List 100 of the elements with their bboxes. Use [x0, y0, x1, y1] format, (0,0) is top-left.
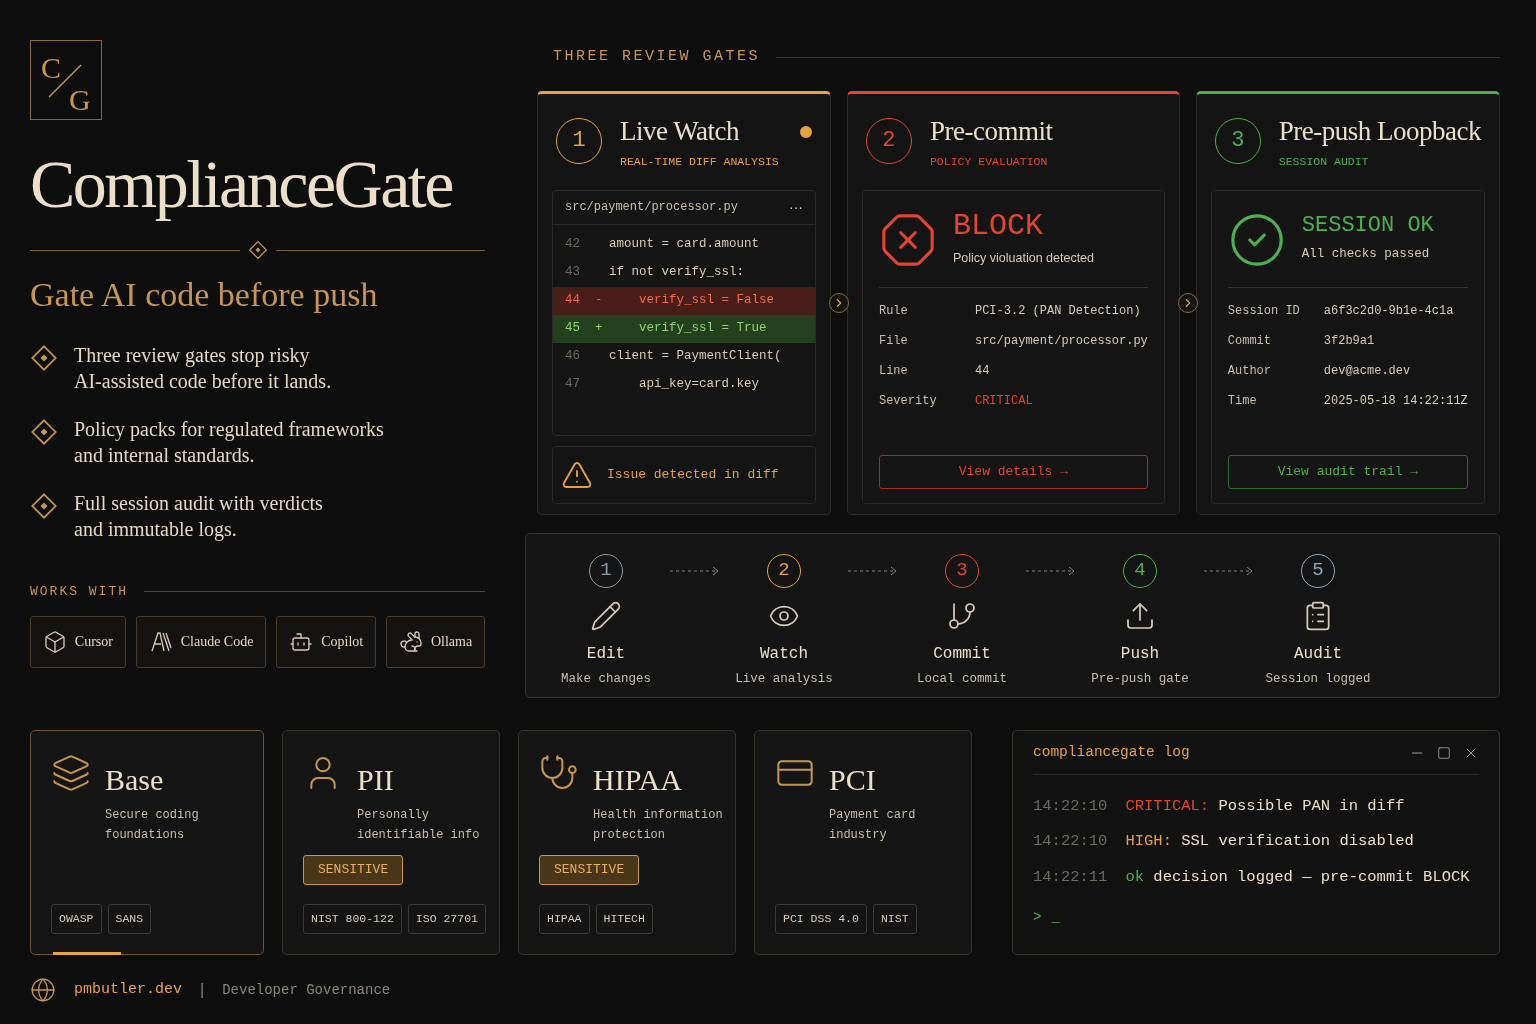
- issue-text: Issue detected in diff: [607, 465, 779, 484]
- policy-title: HIPAA: [593, 765, 683, 795]
- framework-tag: SANS: [107, 904, 152, 934]
- view-details-button[interactable]: View details →: [878, 454, 1148, 489]
- step-subtitle: Session logged: [1265, 670, 1371, 688]
- field-label: Severity: [878, 392, 938, 410]
- step-subtitle: Local commit: [917, 670, 1007, 688]
- footer-label: Developer Governance: [222, 980, 391, 1000]
- selected-underline: [53, 952, 121, 955]
- feature-text: Policy packs for regulated frameworks and internal standards.: [74, 417, 384, 468]
- field-value: dev@acme.dev: [1323, 362, 1411, 380]
- separator: |: [200, 980, 205, 1000]
- field-value: a6f3c2d0-9b1e-4c1a: [1323, 302, 1454, 320]
- gate-subtitle: POLICY EVALUATION: [929, 153, 1049, 170]
- policy-title: PCI: [829, 765, 877, 795]
- slanted-lines-icon: [148, 629, 173, 654]
- field-label: Commit: [1227, 332, 1272, 350]
- verdict-note: Policy violuation detected: [952, 250, 1095, 268]
- more-button[interactable]: ···: [788, 196, 803, 218]
- field-label: File: [878, 332, 909, 350]
- file-path: src/payment/processor.py: [565, 199, 738, 217]
- globe-icon: [30, 977, 56, 1003]
- tagline: Gate AI code before push: [30, 278, 379, 312]
- step-title: Commit: [933, 643, 991, 665]
- tool-name: Ollama: [430, 633, 473, 651]
- log-time: 14:22:10: [1033, 796, 1108, 817]
- step-subtitle: Pre-push gate: [1091, 670, 1189, 688]
- log-time: 14:22:11: [1033, 866, 1108, 888]
- step-title: Push: [1120, 643, 1160, 665]
- field-value: src/payment/processor.py: [974, 332, 1148, 350]
- step-title: Watch: [760, 643, 808, 665]
- policy-description: Payment card industry: [829, 807, 916, 844]
- field-label: Rule: [878, 302, 909, 320]
- field-value: 2025-05-18 14:22:11Z: [1323, 392, 1468, 410]
- section-heading: WORKS WITH: [30, 583, 128, 601]
- sensitive-badge: SENSITIVE: [303, 855, 404, 885]
- rabbit-icon: [398, 629, 423, 654]
- framework-tag: HIPAA: [539, 904, 590, 934]
- gate-title: Pre-push Loopback: [1278, 117, 1481, 145]
- field-value: 3f2b9a1: [1323, 332, 1375, 350]
- step-subtitle: Live analysis: [735, 670, 833, 688]
- framework-tag: ISO 27701: [407, 904, 486, 934]
- code-line: 47 api_key=card.key: [564, 376, 761, 394]
- log-time: 14:22:10: [1033, 831, 1108, 853]
- dashed-arrow: [1026, 565, 1076, 576]
- prompt-cursor: _: [1051, 907, 1060, 927]
- gate-subtitle: REAL-TIME DIFF ANALYSIS: [620, 153, 780, 170]
- code-line: 42 amount = card.amount: [564, 236, 761, 254]
- verdict-label: BLOCK: [952, 211, 1044, 242]
- policy-title: Base: [105, 765, 165, 795]
- field-value: PCI-3.2 (PAN Detection): [974, 302, 1141, 320]
- policy-description: Personally identifiable info: [357, 807, 480, 844]
- maximize-icon[interactable]: [1437, 745, 1451, 760]
- framework-tag: HITECH: [595, 904, 653, 934]
- field-value: CRITICAL: [974, 392, 1033, 410]
- verdict-label: SESSION OK: [1301, 215, 1434, 238]
- field-label: Session ID: [1227, 302, 1301, 320]
- field-label: Line: [878, 362, 909, 380]
- framework-tag: OWASP: [51, 904, 102, 934]
- sensitive-badge: SENSITIVE: [539, 855, 640, 885]
- dashed-arrow: [1204, 565, 1254, 576]
- window-title: compliancegate log: [1033, 742, 1190, 762]
- diamond-icon: [247, 240, 268, 260]
- step-title: Edit: [586, 643, 626, 665]
- diamond-icon: [30, 344, 58, 372]
- cube-icon: [42, 629, 67, 654]
- dashed-arrow: [670, 565, 720, 576]
- logo-letter: G: [69, 82, 91, 118]
- code-line: 43 if not verify_ssl:: [564, 264, 746, 282]
- framework-tag: NIST 800-122: [303, 904, 402, 934]
- verdict-note: All checks passed: [1301, 246, 1431, 264]
- tool-name: Cursor: [74, 633, 113, 651]
- gate-subtitle: SESSION AUDIT: [1278, 153, 1370, 170]
- code-line: 46 client = PaymentClient(: [564, 348, 783, 366]
- framework-tag: NIST: [872, 904, 917, 934]
- dashed-arrow: [848, 565, 898, 576]
- feature-text: Full session audit with verdicts and immutable logs.: [74, 491, 323, 542]
- logo-letter: C: [41, 50, 61, 86]
- diamond-icon: [30, 418, 58, 446]
- feature-text: Three review gates stop risky AI-assisted code before it lands.: [74, 343, 332, 394]
- prompt-symbol: >: [1033, 907, 1042, 927]
- gate-title: Live Watch: [620, 117, 741, 145]
- field-label: Time: [1227, 392, 1258, 410]
- pencil-icon: [590, 599, 622, 632]
- step-title: Audit: [1294, 643, 1342, 665]
- tool-name: Copilot: [321, 633, 364, 651]
- policy-description: Secure coding foundations: [105, 807, 199, 844]
- gate-title: Pre-commit: [929, 117, 1054, 145]
- layers-icon: [51, 753, 91, 793]
- log-message: CRITICAL: Possible PAN in diff: [1125, 796, 1405, 817]
- diamond-icon: [30, 492, 58, 520]
- site-link[interactable]: pmbutler.dev: [74, 978, 183, 1002]
- tool-name: Claude Code: [180, 633, 254, 651]
- policy-title: PII: [357, 765, 395, 795]
- section-heading: THREE REVIEW GATES: [553, 47, 761, 67]
- view-audit-trail-button[interactable]: View audit trail →: [1227, 454, 1468, 489]
- log-message: HIGH: SSL verification disabled: [1125, 831, 1414, 853]
- field-label: Author: [1227, 362, 1272, 380]
- step-subtitle: Make changes: [561, 670, 651, 688]
- framework-tag: PCI DSS 4.0: [775, 904, 867, 934]
